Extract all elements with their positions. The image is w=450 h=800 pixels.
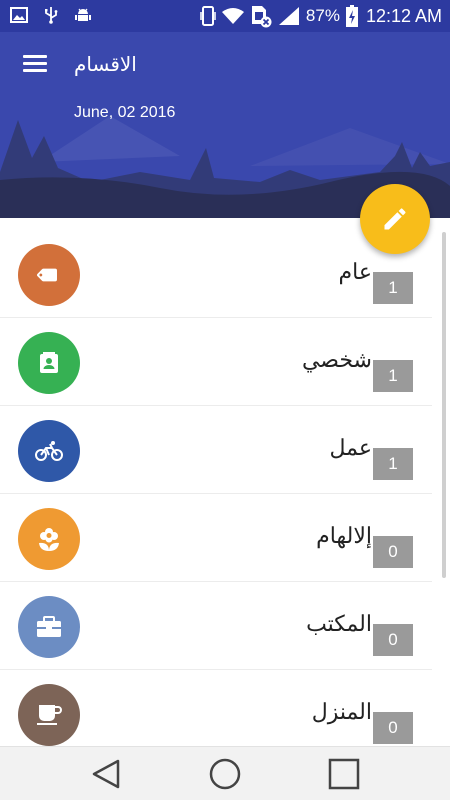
back-button[interactable] xyxy=(88,757,124,791)
category-row-inspiration[interactable]: إلالهام 0 xyxy=(0,494,432,582)
category-circle xyxy=(18,244,80,306)
wifi-icon xyxy=(221,8,244,24)
category-circle xyxy=(18,420,80,482)
hamburger-line xyxy=(23,62,47,65)
briefcase-icon xyxy=(37,616,61,637)
flower-icon xyxy=(39,528,59,551)
category-name: المنزل xyxy=(311,700,372,725)
coffee-cup-icon xyxy=(37,705,62,725)
category-count-badge: 1 xyxy=(373,272,413,304)
category-name: المكتب xyxy=(306,612,372,637)
category-name: عام xyxy=(338,260,372,285)
category-count-badge: 0 xyxy=(373,536,413,568)
category-name: إلالهام xyxy=(316,524,372,549)
back-icon xyxy=(92,759,120,789)
category-name: شخصي xyxy=(301,348,372,373)
hamburger-menu-icon xyxy=(23,55,47,58)
category-count-badge: 1 xyxy=(373,360,413,392)
android-debug-icon xyxy=(75,8,91,21)
page-title: الاقسام xyxy=(74,52,137,76)
status-right-icons: 87% 12:12 AM xyxy=(200,4,442,28)
bicycle-icon xyxy=(35,441,63,461)
category-circle xyxy=(18,684,80,746)
header-date: June, 02 2016 xyxy=(74,104,176,121)
edit-pencil-icon xyxy=(384,208,406,230)
category-count-badge: 0 xyxy=(373,624,413,656)
category-count-badge: 0 xyxy=(373,712,413,744)
image-icon xyxy=(10,7,28,23)
tag-icon xyxy=(37,268,57,282)
category-row-general[interactable]: عام 1 xyxy=(0,230,432,318)
menu-button[interactable] xyxy=(18,52,52,80)
recents-button[interactable] xyxy=(326,757,362,791)
category-circle xyxy=(18,508,80,570)
home-button[interactable] xyxy=(207,757,243,791)
category-row-office[interactable]: المكتب 0 xyxy=(0,582,432,670)
signal-icon xyxy=(278,7,299,25)
home-icon xyxy=(209,758,241,790)
status-bar: 87% 12:12 AM xyxy=(0,0,450,32)
sim-no-data-icon xyxy=(251,6,272,28)
category-count-badge: 1 xyxy=(373,448,413,480)
category-row-personal[interactable]: شخصي 1 xyxy=(0,318,432,406)
battery-percent: 87% xyxy=(305,6,340,25)
category-row-work[interactable]: عمل 1 xyxy=(0,406,432,494)
usb-icon xyxy=(45,7,58,24)
edit-fab-button[interactable] xyxy=(360,184,430,254)
status-time: 12:12 AM xyxy=(365,5,442,26)
list-scrollbar[interactable] xyxy=(442,232,446,578)
category-circle xyxy=(18,332,80,394)
category-list: عام 1 شخصي 1 عمل 1 إلالهام 0 المكتب 0 ال… xyxy=(0,218,450,746)
system-nav-bar xyxy=(0,746,450,800)
status-left-icons xyxy=(10,6,92,24)
contact-icon xyxy=(40,352,58,373)
category-name: عمل xyxy=(329,436,372,461)
vibrate-icon xyxy=(200,6,216,26)
battery-charging-icon xyxy=(345,5,358,27)
hamburger-line xyxy=(23,69,47,72)
category-row-home[interactable]: المنزل 0 xyxy=(0,670,432,746)
category-circle xyxy=(18,596,80,658)
recents-icon xyxy=(328,758,360,790)
